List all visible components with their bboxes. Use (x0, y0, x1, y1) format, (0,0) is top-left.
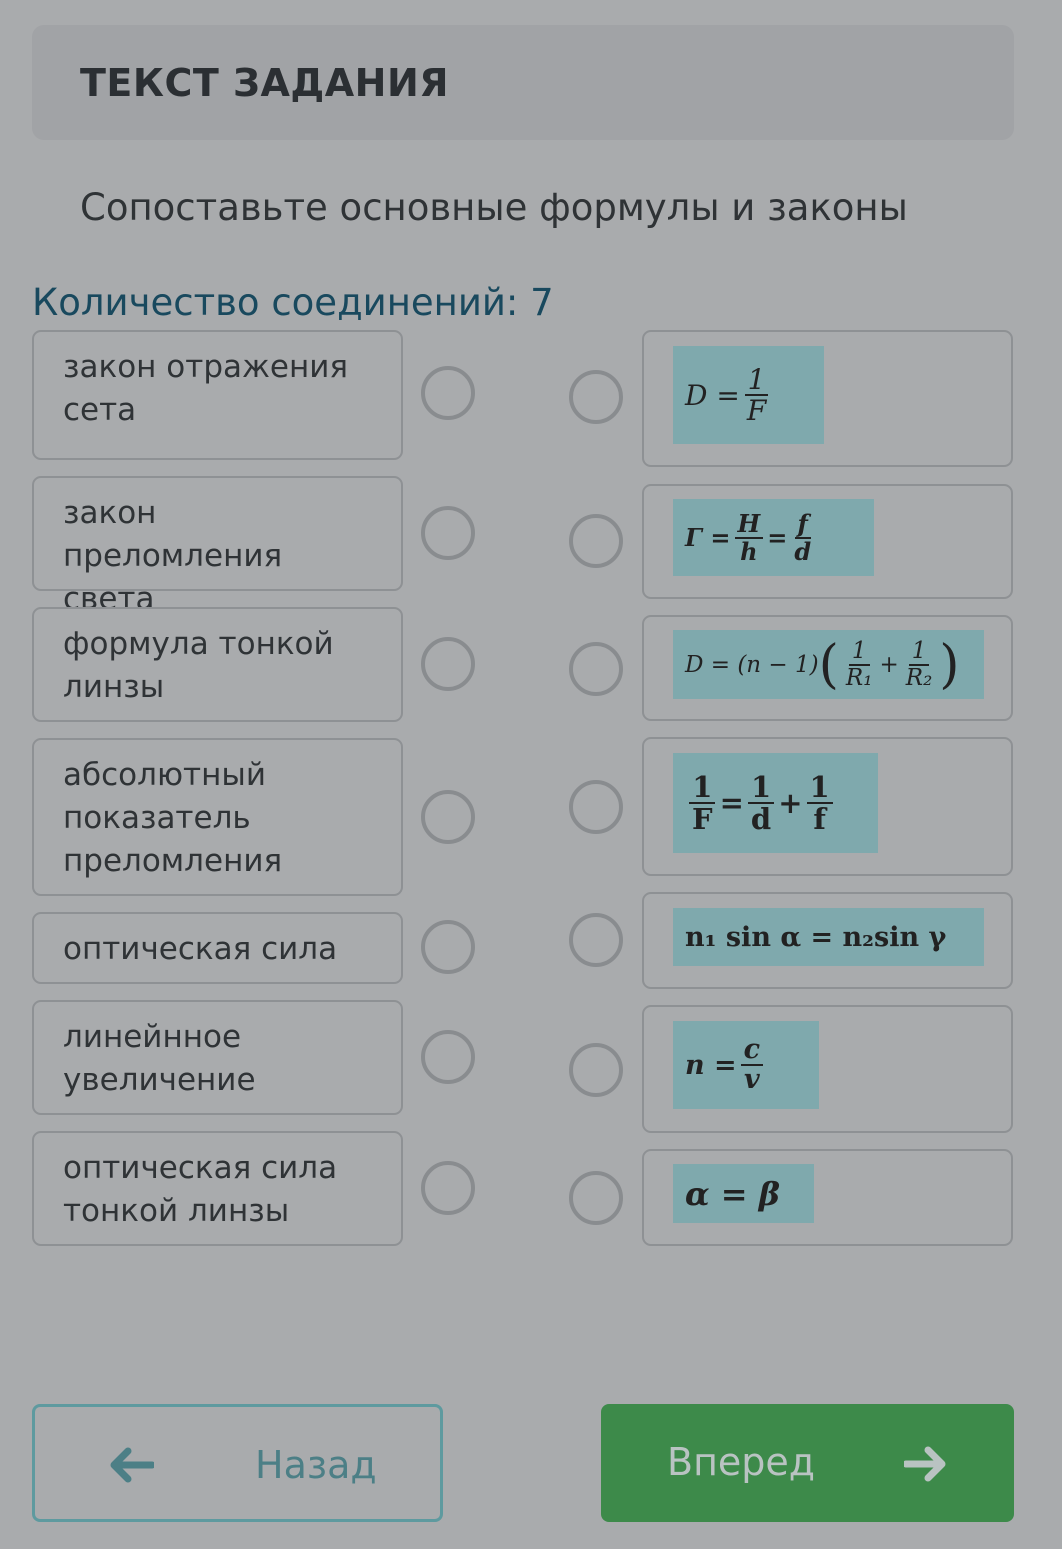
left-connector-4[interactable] (421, 790, 475, 844)
match-left-item-5[interactable]: оптическая сила (32, 912, 403, 984)
match-left-item-2[interactable]: закон преломления света (32, 476, 403, 617)
connections-count: Количество соединений: 7 (32, 281, 554, 324)
match-left-label: оптическая сила тонкой линзы (63, 1150, 338, 1229)
match-left-label: закон преломления света (63, 495, 283, 617)
formula-linear-magnification: Γ = Hh = fd (673, 499, 874, 576)
right-connector-7[interactable] (569, 1171, 623, 1225)
arrow-right-icon (904, 1446, 946, 1482)
match-left-label: линейнное увеличение (63, 1019, 256, 1098)
match-right-item-6[interactable]: n = cv (642, 1005, 1013, 1133)
right-connector-5[interactable] (569, 913, 623, 967)
match-right-item-4[interactable]: 1F = 1d + 1f (642, 737, 1013, 876)
left-connector-7[interactable] (421, 1161, 475, 1215)
right-connector-2[interactable] (569, 514, 623, 568)
back-button[interactable]: Назад (32, 1404, 443, 1522)
match-right-item-5[interactable]: n₁ sin α = n₂sin γ (642, 892, 1013, 989)
match-right-item-2[interactable]: Γ = Hh = fd (642, 484, 1013, 599)
left-connector-3[interactable] (421, 637, 475, 691)
match-left-label: оптическая сила (63, 931, 338, 967)
right-connector-4[interactable] (569, 780, 623, 834)
match-left-label: закон отражения сета (63, 349, 349, 428)
next-button[interactable]: Вперед (601, 1404, 1014, 1522)
left-connector-5[interactable] (421, 920, 475, 974)
formula-snell-law: n₁ sin α = n₂sin γ (673, 908, 984, 966)
next-button-label: Вперед (667, 1440, 816, 1484)
formula-optical-power: D = 1F (673, 346, 824, 444)
match-left-item-4[interactable]: абсолютный показатель преломления (32, 738, 403, 896)
right-connector-6[interactable] (569, 1043, 623, 1097)
match-left-label: абсолютный показатель преломления (63, 757, 283, 879)
task-instruction: Сопоставьте основные формулы и законы (80, 186, 908, 229)
left-connector-6[interactable] (421, 1030, 475, 1084)
right-connector-3[interactable] (569, 642, 623, 696)
match-left-item-7[interactable]: оптическая сила тонкой линзы (32, 1131, 403, 1246)
match-left-label: формула тонкой линзы (63, 626, 334, 705)
right-connector-1[interactable] (569, 370, 623, 424)
match-left-item-3[interactable]: формула тонкой линзы (32, 607, 403, 722)
left-connector-2[interactable] (421, 506, 475, 560)
match-left-item-6[interactable]: линейнное увеличение (32, 1000, 403, 1115)
match-right-item-7[interactable]: α = β (642, 1149, 1013, 1246)
task-header-title: ТЕКСТ ЗАДАНИЯ (80, 61, 450, 105)
formula-thin-lens-power: D = (n − 1) ( 1 R₁ + 1 R₂ ) (673, 630, 984, 699)
formula-reflection-law: α = β (673, 1164, 814, 1223)
formula-refractive-index: n = cv (673, 1021, 819, 1109)
arrow-left-icon (110, 1447, 154, 1483)
task-header: ТЕКСТ ЗАДАНИЯ (32, 25, 1014, 140)
back-button-label: Назад (255, 1443, 377, 1487)
match-left-item-1[interactable]: закон отражения сета (32, 330, 403, 460)
match-right-item-1[interactable]: D = 1F (642, 330, 1013, 467)
match-right-item-3[interactable]: D = (n − 1) ( 1 R₁ + 1 R₂ ) (642, 615, 1013, 721)
formula-thin-lens: 1F = 1d + 1f (673, 753, 878, 853)
left-connector-1[interactable] (421, 366, 475, 420)
